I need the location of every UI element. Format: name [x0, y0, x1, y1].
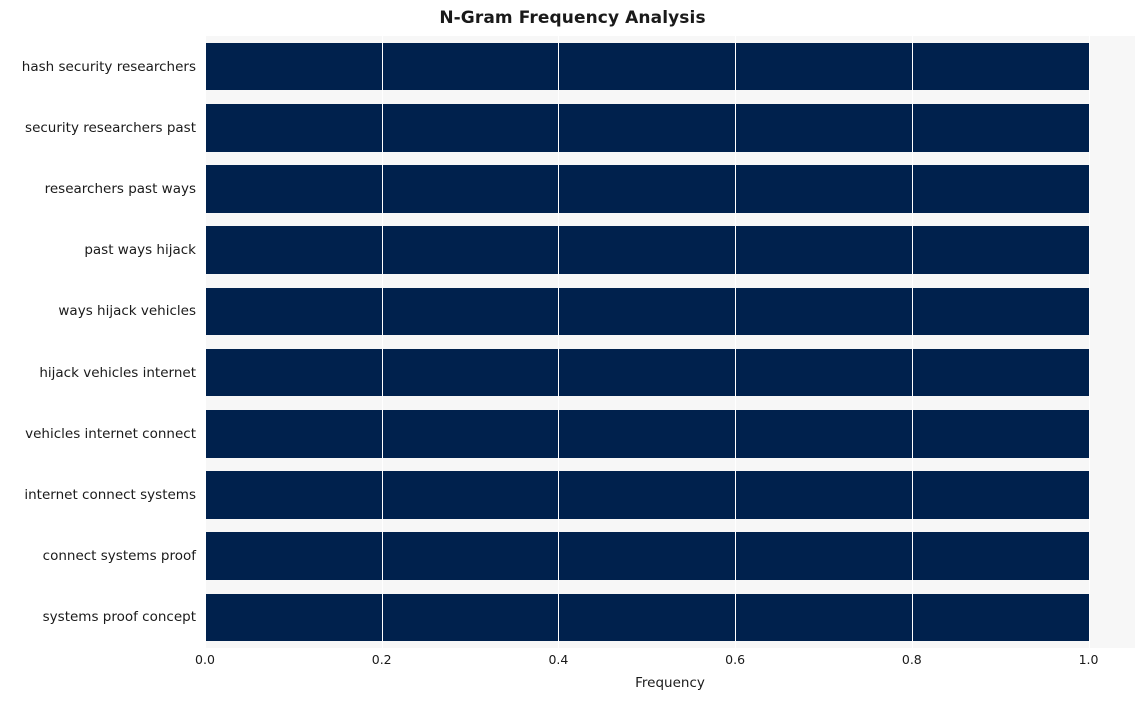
bars-layer — [205, 36, 1135, 648]
y-tick-label: connect systems proof — [42, 548, 196, 565]
bar — [205, 532, 1089, 581]
y-tick-label: researchers past ways — [44, 181, 196, 197]
x-tick-label: 0.2 — [371, 652, 392, 667]
bar — [205, 103, 1089, 152]
x-gridline — [911, 36, 913, 648]
x-tick-label: 0.6 — [725, 652, 746, 667]
x-axis-label: Frequency — [635, 675, 705, 691]
bar — [205, 409, 1089, 458]
x-tick-label: 1.0 — [1078, 652, 1099, 667]
x-gridline — [381, 36, 383, 648]
x-tick-label: 0.4 — [548, 652, 569, 667]
chart-title: N-Gram Frequency Analysis — [439, 8, 706, 28]
bar — [205, 348, 1089, 397]
y-tick-label: systems proof concept — [42, 609, 196, 626]
bar — [205, 593, 1089, 642]
y-tick-label: past ways hijack — [84, 242, 196, 259]
x-gridline — [735, 36, 737, 648]
x-gridline — [205, 36, 206, 648]
bar — [205, 165, 1089, 213]
chart-figure: N-Gram Frequency Analysis hash security … — [0, 0, 1145, 701]
bar — [205, 226, 1089, 275]
x-gridline — [1088, 36, 1090, 648]
bar — [205, 42, 1089, 91]
plot-area — [205, 36, 1135, 648]
y-tick-label: internet connect systems — [24, 487, 196, 503]
x-tick-label: 0.8 — [901, 652, 922, 667]
bar — [205, 287, 1089, 336]
x-gridline — [558, 36, 560, 648]
y-tick-label: hash security researchers — [21, 58, 196, 75]
y-tick-label: security researchers past — [25, 119, 196, 136]
bar — [205, 471, 1089, 519]
y-tick-label: ways hijack vehicles — [58, 303, 196, 320]
y-axis-tick-labels: hash security researchers security resear… — [0, 36, 196, 648]
y-tick-label: hijack vehicles internet — [39, 364, 196, 381]
x-tick-label: 0.0 — [195, 652, 215, 667]
y-tick-label: vehicles internet connect — [25, 425, 196, 442]
